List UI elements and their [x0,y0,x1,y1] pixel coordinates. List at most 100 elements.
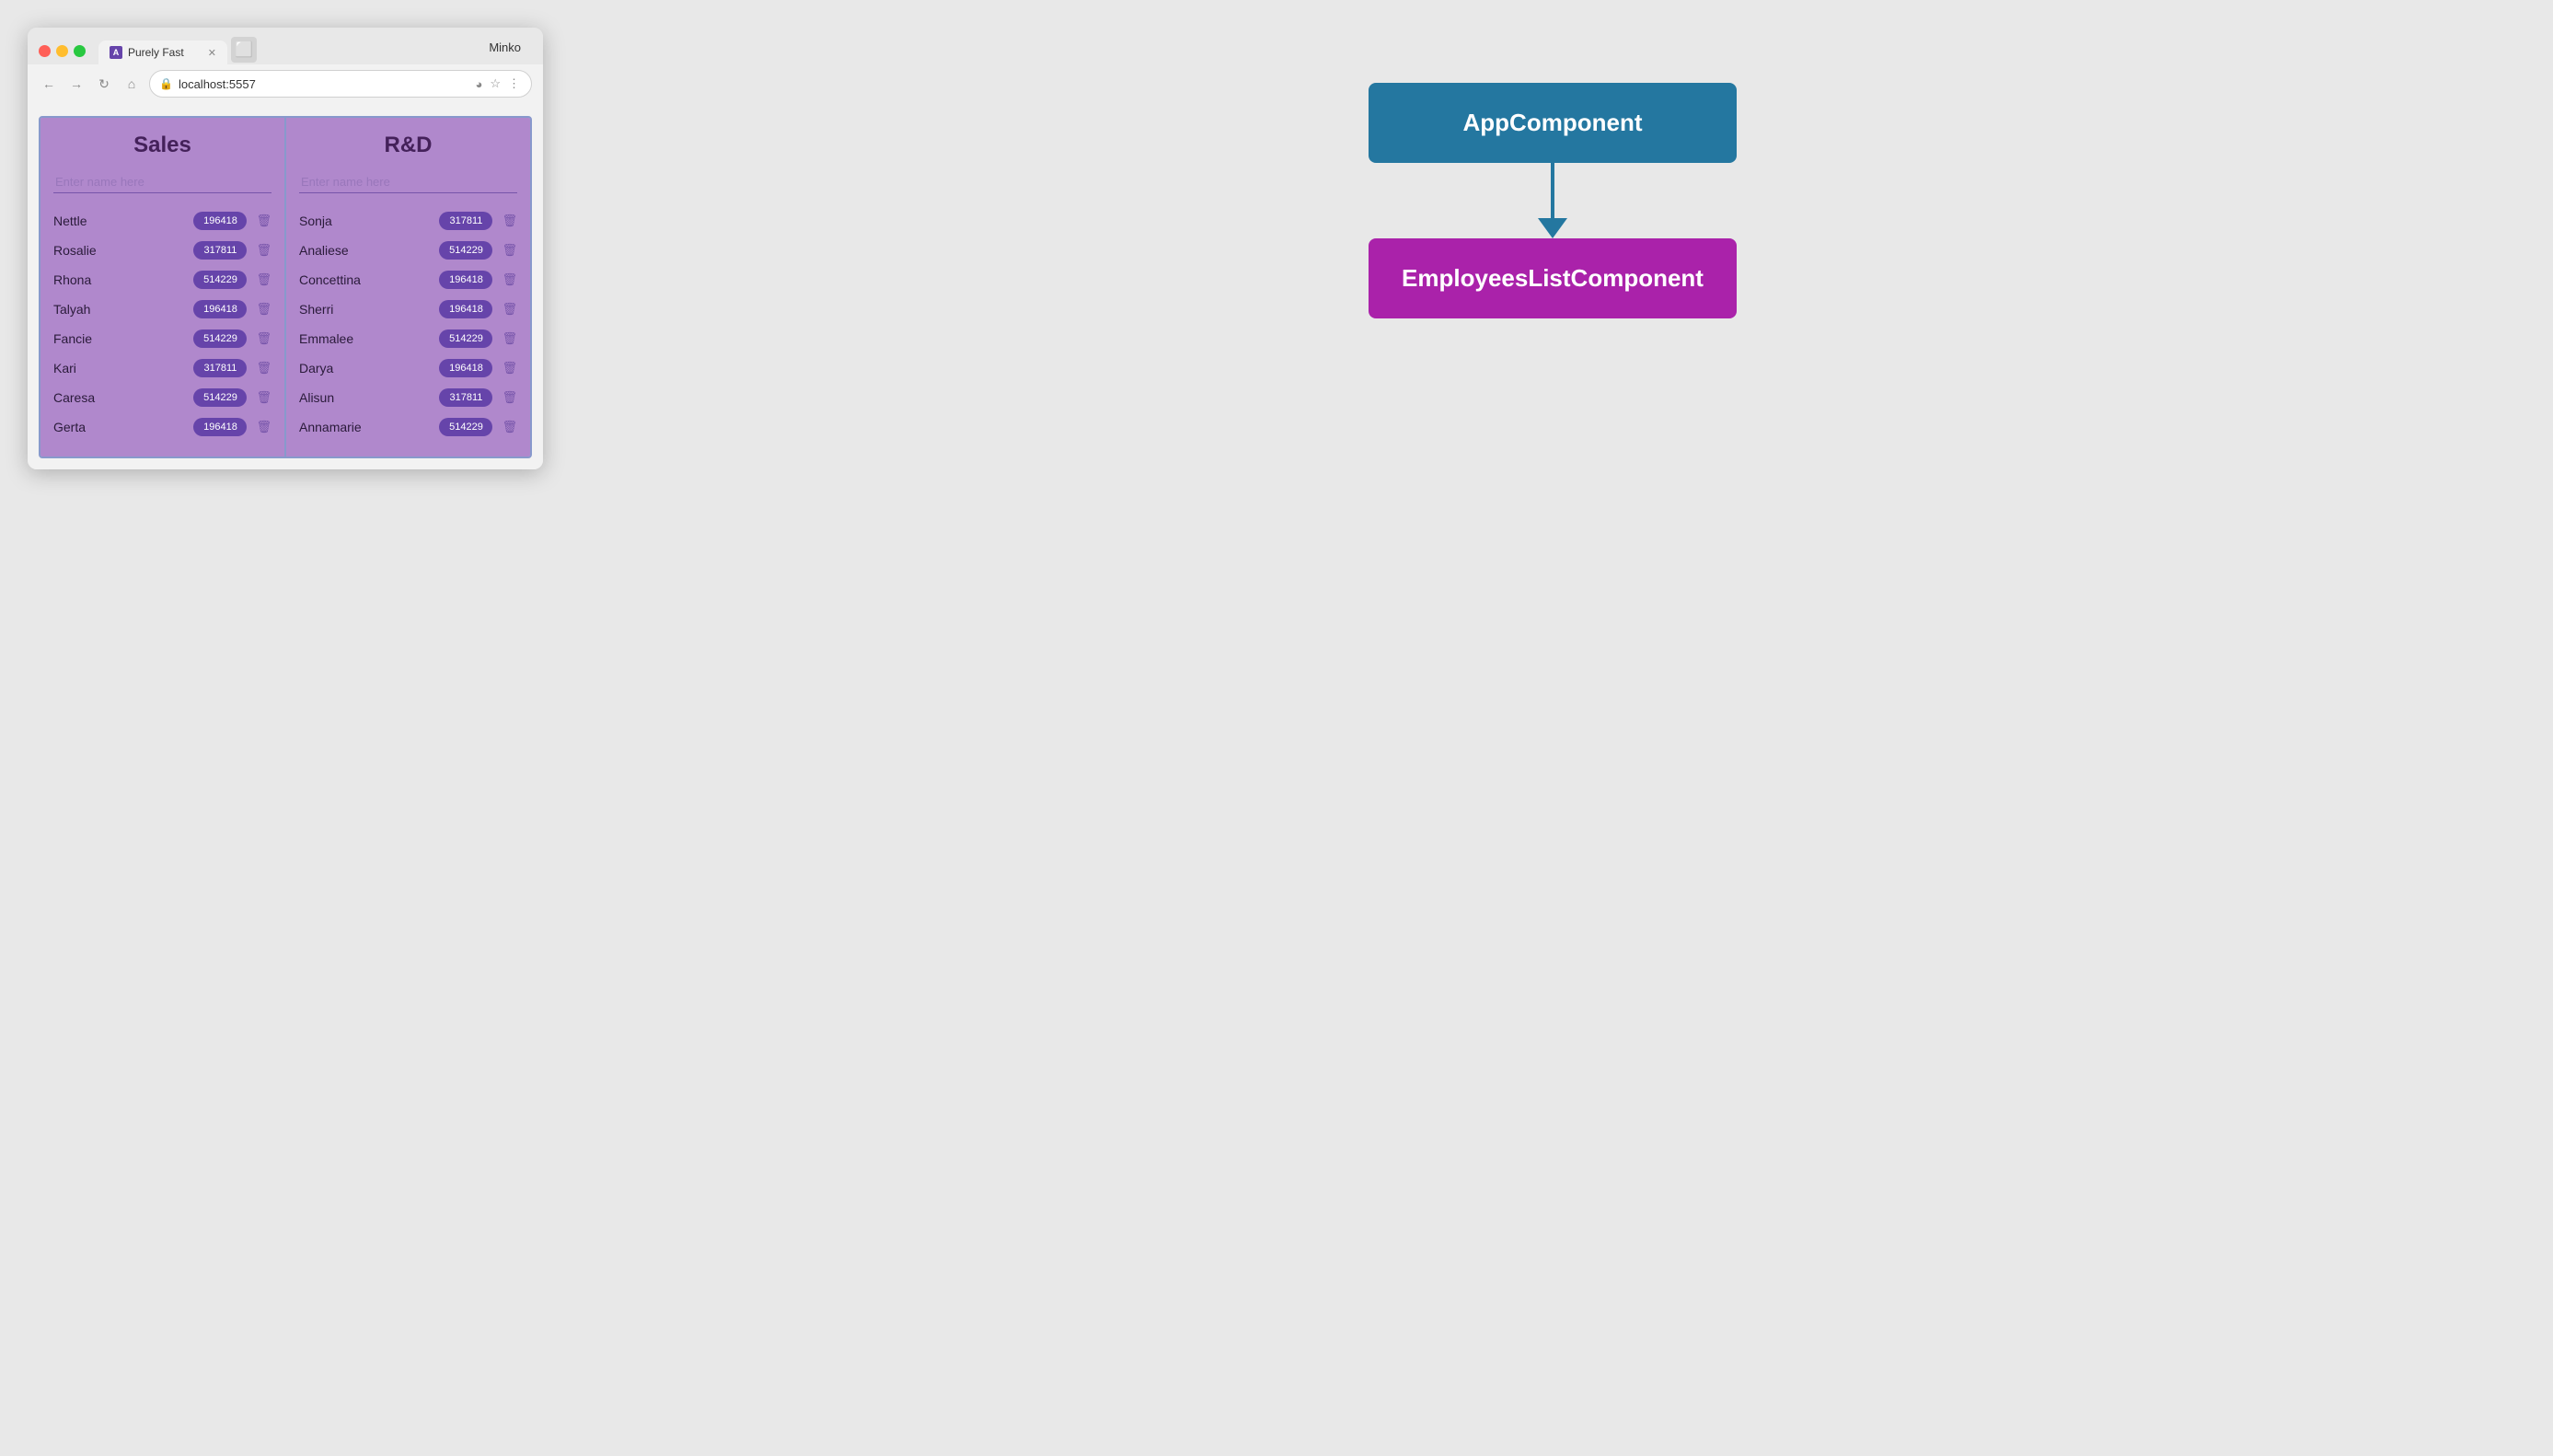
new-tab-button[interactable]: ⬜ [231,37,257,63]
app-component-box: AppComponent [1369,83,1737,163]
table-row: Emmalee 514229 🗑 [299,324,517,353]
address-actions: ◕ ☆ ⋮ [473,75,522,93]
delete-button[interactable]: 🗑 [256,214,271,228]
table-row: Kari 317811 🗑 [53,353,271,383]
employee-badge: 514229 [439,329,492,348]
table-row: Fancie 514229 🗑 [53,324,271,353]
rnd-input[interactable] [299,171,517,193]
employee-name: Caresa [53,390,186,405]
delete-button[interactable]: 🗑 [502,214,517,228]
delete-button[interactable]: 🗑 [256,302,271,317]
sales-panel: Sales Nettle 196418 🗑 Rosalie 317811 🗑 R… [40,118,286,456]
browser-content: Sales Nettle 196418 🗑 Rosalie 317811 🗑 R… [28,105,543,469]
delete-button[interactable]: 🗑 [502,243,517,258]
security-icon: 🔒 [159,77,173,90]
employee-badge: 196418 [439,300,492,318]
url-bar[interactable]: 🔒 localhost:5557 ◕ ☆ ⋮ [149,70,532,98]
delete-button[interactable]: 🗑 [256,331,271,346]
table-row: Sherri 196418 🗑 [299,295,517,324]
employees-component-box: EmployeesListComponent [1369,238,1737,318]
app-component-label: AppComponent [1463,109,1643,136]
table-row: Concettina 196418 🗑 [299,265,517,295]
user-label: Minko [489,40,521,54]
arrow-head [1538,218,1567,238]
rnd-title: R&D [299,133,517,158]
employee-badge: 514229 [193,271,247,289]
employee-name: Kari [53,361,186,376]
employee-badge: 196418 [193,418,247,436]
employee-name: Concettina [299,272,432,287]
delete-button[interactable]: 🗑 [502,390,517,405]
table-row: Annamarie 514229 🗑 [299,412,517,442]
employee-name: Talyah [53,302,186,317]
employee-badge: 196418 [193,300,247,318]
browser-tab[interactable]: A Purely Fast ✕ [98,40,227,64]
employee-name: Sherri [299,302,432,317]
maximize-button[interactable] [74,45,86,57]
bookmark-icon[interactable]: ☆ [488,75,503,93]
page-wrapper: A Purely Fast ✕ ⬜ Minko ← → ↻ ⌂ 🔒 localh… [28,28,2525,469]
table-row: Analiese 514229 🗑 [299,236,517,265]
component-diagram: AppComponent EmployeesListComponent [580,28,2525,374]
employee-badge: 317811 [193,359,247,377]
delete-button[interactable]: 🗑 [256,361,271,376]
employee-badge: 196418 [439,359,492,377]
reload-button[interactable]: ↻ [94,74,114,94]
table-row: Caresa 514229 🗑 [53,383,271,412]
employee-name: Fancie [53,331,186,346]
delete-button[interactable]: 🗑 [256,243,271,258]
table-row: Nettle 196418 🗑 [53,206,271,236]
delete-button[interactable]: 🗑 [502,272,517,287]
delete-button[interactable]: 🗑 [256,272,271,287]
employee-badge: 196418 [193,212,247,230]
tab-close-button[interactable]: ✕ [208,47,216,59]
minimize-button[interactable] [56,45,68,57]
browser-titlebar: A Purely Fast ✕ ⬜ Minko [28,28,543,64]
employee-name: Analiese [299,243,432,258]
close-button[interactable] [39,45,51,57]
employee-badge: 514229 [193,388,247,407]
forward-button[interactable]: → [66,74,87,94]
address-bar: ← → ↻ ⌂ 🔒 localhost:5557 ◕ ☆ ⋮ [28,64,543,105]
table-row: Gerta 196418 🗑 [53,412,271,442]
delete-button[interactable]: 🗑 [256,390,271,405]
employee-badge: 317811 [439,212,492,230]
browser-controls [39,45,86,57]
employee-name: Darya [299,361,432,376]
table-row: Sonja 317811 🗑 [299,206,517,236]
employee-badge: 514229 [439,418,492,436]
rnd-panel: R&D Sonja 317811 🗑 Analiese 514229 🗑 Con… [286,118,530,456]
diagram-arrow [1538,163,1567,238]
employee-badge: 514229 [193,329,247,348]
rnd-employee-list: Sonja 317811 🗑 Analiese 514229 🗑 Concett… [299,206,517,442]
employees-component-label: EmployeesListComponent [1402,264,1704,292]
arrow-line [1551,163,1554,218]
cast-icon[interactable]: ◕ [473,75,484,93]
browser-window: A Purely Fast ✕ ⬜ Minko ← → ↻ ⌂ 🔒 localh… [28,28,543,469]
delete-button[interactable]: 🗑 [502,331,517,346]
delete-button[interactable]: 🗑 [256,420,271,434]
employee-name: Nettle [53,214,186,228]
home-button[interactable]: ⌂ [121,74,142,94]
delete-button[interactable]: 🗑 [502,361,517,376]
table-row: Darya 196418 🗑 [299,353,517,383]
table-row: Rhona 514229 🗑 [53,265,271,295]
tab-favicon: A [110,46,122,59]
employee-name: Alisun [299,390,432,405]
back-button[interactable]: ← [39,74,59,94]
employee-name: Annamarie [299,420,432,434]
more-icon[interactable]: ⋮ [506,75,522,93]
delete-button[interactable]: 🗑 [502,420,517,434]
employee-name: Emmalee [299,331,432,346]
table-row: Talyah 196418 🗑 [53,295,271,324]
sales-input[interactable] [53,171,271,193]
employee-name: Rhona [53,272,186,287]
sales-title: Sales [53,133,271,158]
tab-title: Purely Fast [128,46,184,59]
employee-badge: 514229 [439,241,492,260]
employee-badge: 317811 [193,241,247,260]
sales-employee-list: Nettle 196418 🗑 Rosalie 317811 🗑 Rhona 5… [53,206,271,442]
delete-button[interactable]: 🗑 [502,302,517,317]
url-text: localhost:5557 [179,77,256,91]
table-row: Rosalie 317811 🗑 [53,236,271,265]
